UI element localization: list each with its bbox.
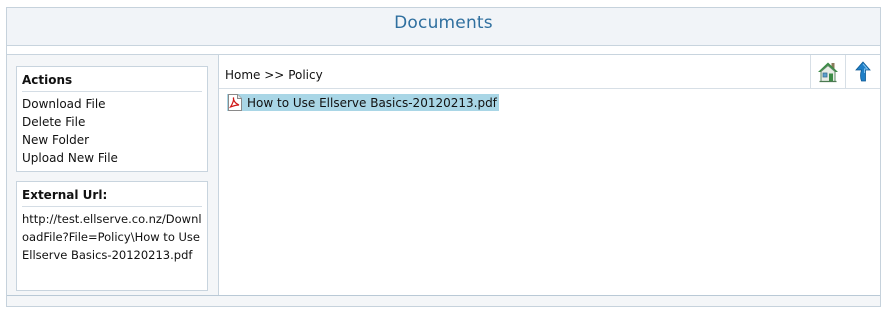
upload-new-file-link[interactable]: Upload New File [22, 149, 202, 167]
title-bar: Documents [7, 8, 880, 46]
header-separator [7, 46, 880, 55]
external-url-box: External Url: http://test.ellserve.co.nz… [16, 181, 208, 291]
breadcrumb-separator: >> [260, 68, 289, 82]
content-area: Actions Download File Delete File New Fo… [7, 55, 880, 295]
documents-panel: Documents Actions Download File Delete F… [6, 7, 881, 307]
breadcrumb-home[interactable]: Home [225, 68, 260, 82]
download-file-link[interactable]: Download File [22, 95, 202, 113]
home-icon [818, 62, 838, 82]
left-sidebar: Actions Download File Delete File New Fo… [7, 55, 219, 295]
delete-file-link[interactable]: Delete File [22, 113, 202, 131]
breadcrumb-bar: Home >> Policy [219, 55, 880, 89]
external-url-value[interactable]: http://test.ellserve.co.nz/DownloadFile?… [22, 210, 202, 264]
new-folder-link[interactable]: New Folder [22, 131, 202, 149]
actions-box: Actions Download File Delete File New Fo… [16, 66, 208, 172]
actions-heading: Actions [22, 71, 202, 92]
nav-buttons [810, 55, 880, 88]
breadcrumb: Home >> Policy [225, 68, 323, 82]
file-name: How to Use Ellserve Basics-20120213.pdf [247, 95, 497, 110]
up-arrow-icon [855, 60, 871, 81]
panel-footer [7, 295, 880, 306]
page-title: Documents [394, 13, 493, 33]
file-browser: Home >> Policy How to Use Ellserve Basic… [219, 55, 880, 295]
file-row[interactable]: How to Use Ellserve Basics-20120213.pdf [227, 94, 499, 111]
external-url-heading: External Url: [22, 186, 202, 207]
up-folder-button[interactable] [845, 55, 880, 88]
pdf-file-icon [228, 94, 242, 111]
breadcrumb-current[interactable]: Policy [288, 68, 323, 82]
home-button[interactable] [810, 55, 845, 88]
